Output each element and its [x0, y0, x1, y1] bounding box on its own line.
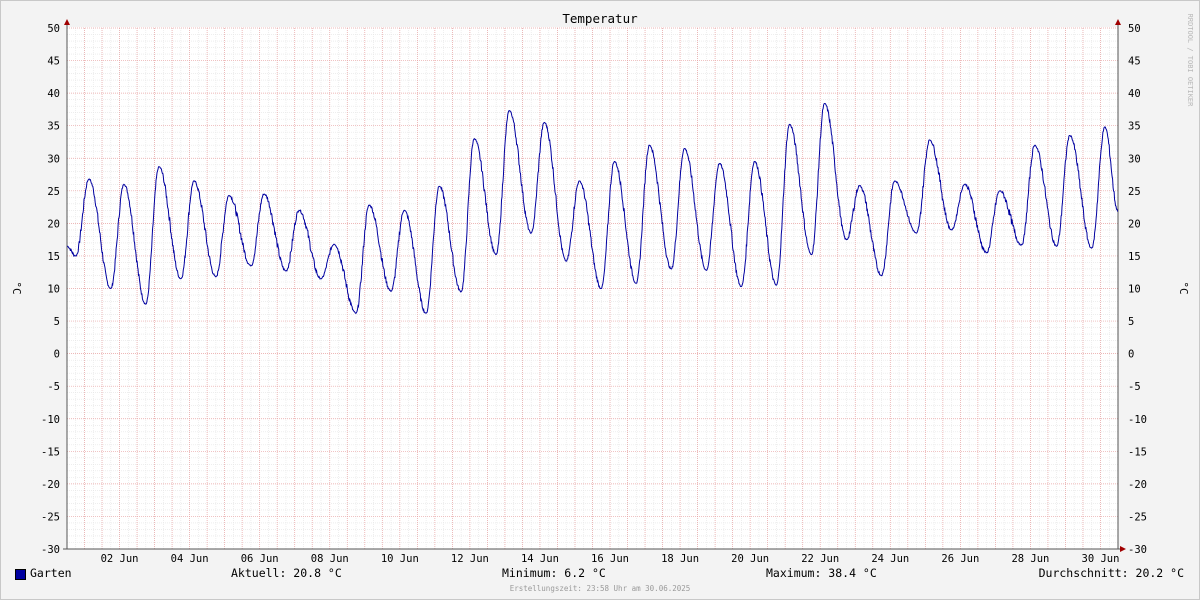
- y-axis-label-left: °C: [10, 281, 23, 294]
- graph-window: 50 45 40 35 30 25 20 15 10 5 0 -5 -10 -15 -20 -25 -30 50…: [0, 0, 1200, 600]
- y-tick-label-left: -20: [41, 479, 60, 491]
- y-tick-label-right: 20: [1128, 218, 1141, 230]
- y-tick-label-right: 0: [1128, 349, 1134, 361]
- y-tick-label-right: 25: [1128, 186, 1141, 198]
- y-tick-label-left: 25: [47, 186, 60, 198]
- temperature-chart: 50454035302520151050-5-10-15-20-25-30 50…: [0, 0, 1200, 600]
- y-tick-label-left: 20: [47, 218, 60, 230]
- x-tick-label: 12 Jun: [451, 553, 489, 565]
- x-tick-label: 08 Jun: [311, 553, 349, 565]
- y-tick-label-left: -5: [47, 381, 60, 393]
- y-tick-label-right: 35: [1128, 121, 1141, 133]
- y-tick-label-right: 30: [1128, 153, 1141, 165]
- y-tick-label-left: 50: [47, 23, 60, 35]
- y-tick-label-right: 40: [1128, 88, 1141, 100]
- y-axis-arrow-left: [64, 19, 70, 25]
- y-tick-label-right: -20: [1128, 479, 1147, 491]
- y-tick-label-right: 15: [1128, 251, 1141, 263]
- y-tick-labels-right: 50454035302520151050-5-10-15-20-25-30: [1128, 23, 1147, 556]
- y-tick-label-left: 0: [54, 349, 60, 361]
- y-tick-label-left: -30: [41, 544, 60, 556]
- y-tick-label-right: 5: [1128, 316, 1134, 328]
- watermark: RRDTOOL / TOBI OETIKER: [1186, 14, 1194, 108]
- y-tick-label-left: -10: [41, 414, 60, 426]
- x-tick-label: 02 Jun: [101, 553, 139, 565]
- y-tick-label-right: -25: [1128, 511, 1147, 523]
- x-tick-label: 04 Jun: [171, 553, 209, 565]
- x-tick-label: 16 Jun: [591, 553, 629, 565]
- y-tick-labels-left: 50454035302520151050-5-10-15-20-25-30: [41, 23, 60, 556]
- y-tick-label-right: -30: [1128, 544, 1147, 556]
- y-tick-label-left: -15: [41, 446, 60, 458]
- y-axis-label-right: °C: [1177, 281, 1190, 294]
- y-tick-label-left: 35: [47, 121, 60, 133]
- x-tick-label: 06 Jun: [241, 553, 279, 565]
- y-tick-label-right: 45: [1128, 56, 1141, 68]
- x-tick-label: 20 Jun: [731, 553, 769, 565]
- y-tick-label-right: 50: [1128, 23, 1141, 35]
- y-tick-label-right: -15: [1128, 446, 1147, 458]
- x-tick-labels: 02 Jun 04 Jun 06 Jun 08 Jun 10 Jun 12 Jun 14 J…: [101, 553, 1120, 565]
- grid-lines: [66, 27, 1119, 550]
- legend-average: Durchschnitt: 20.2 °C: [1038, 566, 1184, 580]
- y-tick-label-left: 30: [47, 153, 60, 165]
- y-tick-label-left: 15: [47, 251, 60, 263]
- x-tick-label: 10 Jun: [381, 553, 419, 565]
- x-tick-label: 28 Jun: [1011, 553, 1049, 565]
- legend-current: Aktuell: 20.8 °C: [231, 566, 342, 580]
- chart-title: Temperatur: [562, 11, 638, 26]
- y-tick-label-right: -10: [1128, 414, 1147, 426]
- legend-swatch-garten: [15, 569, 26, 580]
- y-tick-label-left: 10: [47, 284, 60, 296]
- x-tick-label: 30 Jun: [1082, 553, 1120, 565]
- x-axis-arrow: [1120, 546, 1126, 552]
- x-tick-label: 22 Jun: [801, 553, 839, 565]
- creation-timestamp: Erstellungszeit: 23:58 Uhr am 30.06.2025: [509, 584, 691, 593]
- y-tick-label-left: 5: [54, 316, 60, 328]
- x-tick-label: 26 Jun: [941, 553, 979, 565]
- legend-series-name: Garten: [30, 566, 72, 580]
- y-tick-label-left: 45: [47, 56, 60, 68]
- y-tick-label-left: -25: [41, 511, 60, 523]
- y-tick-label-right: 10: [1128, 284, 1141, 296]
- legend-maximum: Maximum: 38.4 °C: [766, 566, 877, 580]
- legend-minimum: Minimum: 6.2 °C: [502, 566, 606, 580]
- y-tick-label-right: -5: [1128, 381, 1141, 393]
- x-tick-label: 14 Jun: [521, 553, 559, 565]
- y-axis-arrow-right: [1115, 19, 1121, 25]
- x-tick-label: 24 Jun: [871, 553, 909, 565]
- y-tick-label-left: 40: [47, 88, 60, 100]
- x-tick-label: 18 Jun: [661, 553, 699, 565]
